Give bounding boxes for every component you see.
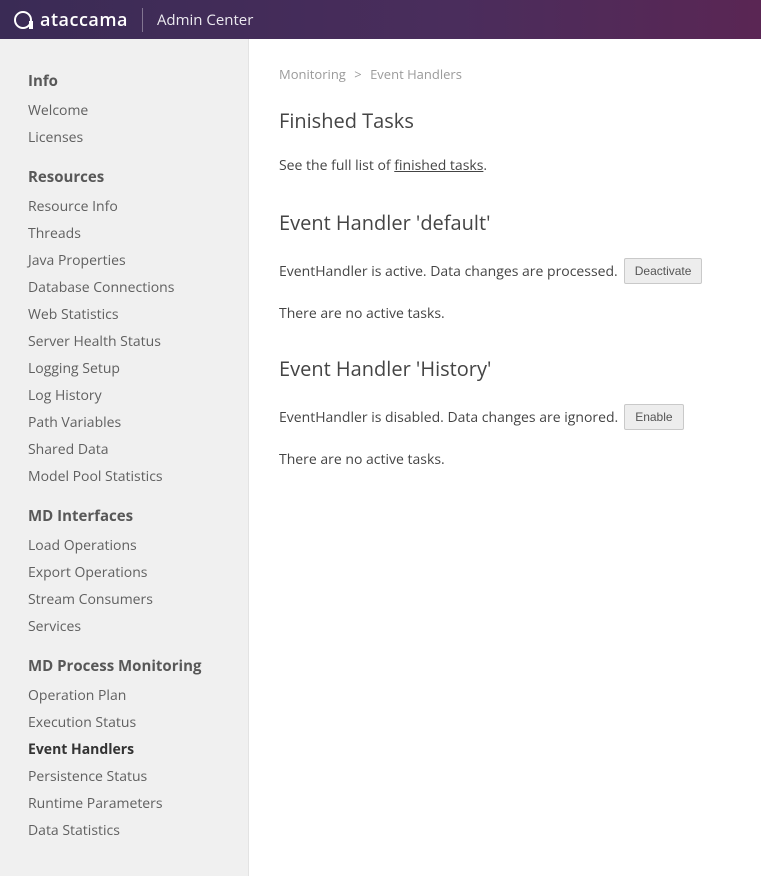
nav-item-model-pool-statistics[interactable]: Model Pool Statistics [0, 463, 248, 490]
nav-item-stream-consumers[interactable]: Stream Consumers [0, 586, 248, 613]
event-handler-title: Event Handler 'default' [279, 209, 731, 236]
deactivate-button[interactable]: Deactivate [624, 258, 703, 284]
nav-item-log-history[interactable]: Log History [0, 382, 248, 409]
app-header: ataccama Admin Center [0, 0, 761, 39]
main-content: Monitoring > Event Handlers Finished Tas… [249, 39, 761, 876]
brand-icon [14, 11, 32, 29]
app-title: Admin Center [157, 10, 253, 30]
finished-tasks-title: Finished Tasks [279, 107, 731, 134]
event-handler-status-row: EventHandler is disabled. Data changes a… [279, 404, 731, 430]
nav-item-path-variables[interactable]: Path Variables [0, 409, 248, 436]
nav-item-runtime-parameters[interactable]: Runtime Parameters [0, 790, 248, 817]
brand-group: ataccama [14, 8, 143, 32]
nav-item-resource-info[interactable]: Resource Info [0, 193, 248, 220]
intro-prefix: See the full list of [279, 156, 394, 175]
nav-item-operation-plan[interactable]: Operation Plan [0, 682, 248, 709]
nav-item-licenses[interactable]: Licenses [0, 124, 248, 151]
nav-item-welcome[interactable]: Welcome [0, 97, 248, 124]
nav-item-load-operations[interactable]: Load Operations [0, 532, 248, 559]
nav-section: ResourcesResource InfoThreadsJava Proper… [0, 163, 248, 490]
nav-item-database-connections[interactable]: Database Connections [0, 274, 248, 301]
no-active-tasks: There are no active tasks. [279, 450, 731, 469]
finished-tasks-link[interactable]: finished tasks [394, 156, 483, 175]
breadcrumb: Monitoring > Event Handlers [279, 65, 731, 83]
event-handler-status-row: EventHandler is active. Data changes are… [279, 258, 731, 284]
nav-item-logging-setup[interactable]: Logging Setup [0, 355, 248, 382]
brand-text: ataccama [40, 8, 128, 32]
nav-heading: MD Interfaces [0, 502, 248, 532]
nav-section: InfoWelcomeLicenses [0, 67, 248, 151]
nav-heading: Info [0, 67, 248, 97]
sidebar: InfoWelcomeLicenses ResourcesResource Inf… [0, 39, 249, 876]
event-handler-title: Event Handler 'History' [279, 355, 731, 382]
nav-item-execution-status[interactable]: Execution Status [0, 709, 248, 736]
nav-item-export-operations[interactable]: Export Operations [0, 559, 248, 586]
nav-item-data-statistics[interactable]: Data Statistics [0, 817, 248, 844]
intro-suffix: . [483, 156, 487, 175]
event-handler-block: Event Handler 'default' EventHandler is a… [279, 209, 731, 323]
enable-button[interactable]: Enable [624, 404, 683, 430]
nav-item-services[interactable]: Services [0, 613, 248, 640]
nav-section: MD InterfacesLoad OperationsExport Opera… [0, 502, 248, 640]
nav-item-threads[interactable]: Threads [0, 220, 248, 247]
breadcrumb-current: Event Handlers [370, 65, 462, 83]
nav-heading: Resources [0, 163, 248, 193]
no-active-tasks: There are no active tasks. [279, 304, 731, 323]
finished-tasks-intro: See the full list of finished tasks. [279, 156, 731, 175]
nav-item-shared-data[interactable]: Shared Data [0, 436, 248, 463]
breadcrumb-root[interactable]: Monitoring [279, 65, 346, 83]
nav-item-java-properties[interactable]: Java Properties [0, 247, 248, 274]
nav-item-server-health-status[interactable]: Server Health Status [0, 328, 248, 355]
breadcrumb-sep: > [354, 65, 361, 83]
nav-item-web-statistics[interactable]: Web Statistics [0, 301, 248, 328]
nav-heading: MD Process Monitoring [0, 652, 248, 682]
nav-item-persistence-status[interactable]: Persistence Status [0, 763, 248, 790]
event-handler-block: Event Handler 'History' EventHandler is d… [279, 355, 731, 469]
nav-section: MD Process MonitoringOperation PlanExecu… [0, 652, 248, 844]
event-handler-status: EventHandler is active. Data changes are… [279, 262, 618, 281]
event-handler-status: EventHandler is disabled. Data changes a… [279, 408, 618, 427]
